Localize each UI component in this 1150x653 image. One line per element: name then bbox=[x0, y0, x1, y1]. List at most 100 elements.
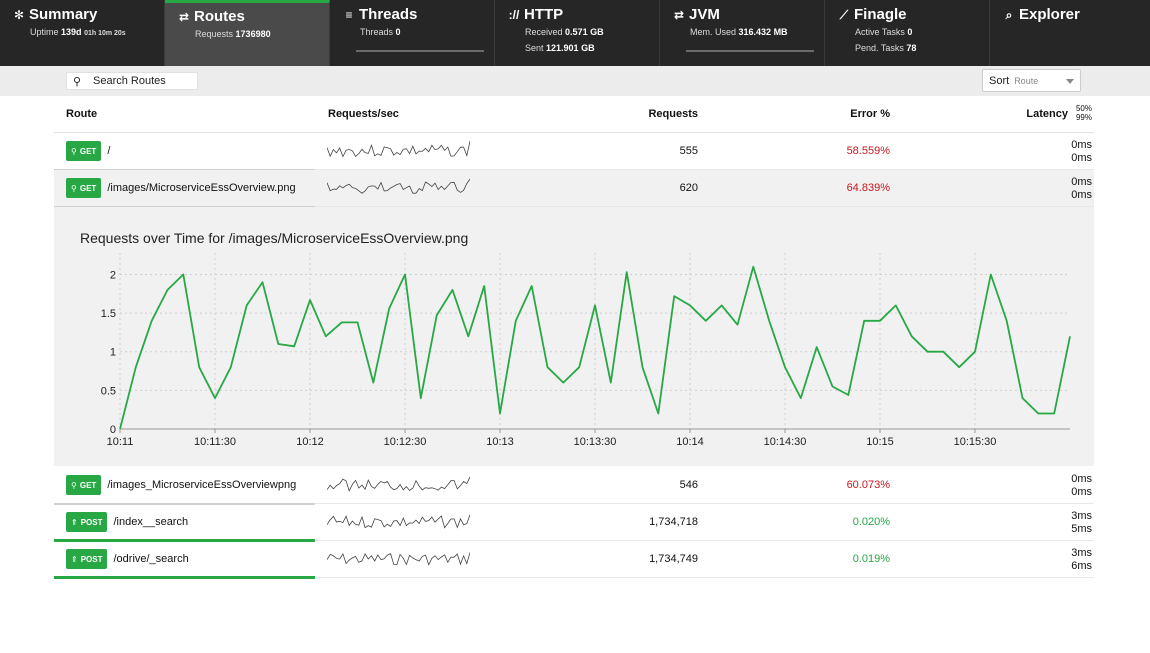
table-row[interactable]: ⚲ GET / 555 58.559% 0ms 0ms bbox=[54, 133, 1094, 171]
data-point bbox=[135, 366, 137, 368]
y-tick-label: 1.5 bbox=[101, 308, 116, 320]
latency-p99: 6ms bbox=[1071, 560, 1092, 572]
tab-stat: Uptime 139d 01h 10m 20s bbox=[12, 24, 154, 42]
data-point bbox=[262, 281, 264, 283]
data-point bbox=[388, 308, 390, 310]
data-point bbox=[578, 366, 580, 368]
latency-cell: 3ms 5ms bbox=[1071, 510, 1092, 536]
tab-stat-value: 78 bbox=[906, 43, 917, 53]
tab-stat-value: 121.901 GB bbox=[546, 43, 595, 53]
header-requests-per-sec[interactable]: Requests/sec bbox=[328, 108, 399, 120]
tab-stat-value: 0.571 GB bbox=[565, 27, 604, 37]
data-point bbox=[277, 343, 279, 345]
latency-p99: 0ms bbox=[1071, 152, 1092, 164]
latency-cell: 0ms 0ms bbox=[1071, 473, 1092, 499]
header-requests[interactable]: Requests bbox=[648, 108, 698, 120]
requests-over-time-chart: 0 0.5 1 1.5 2 10:11 10:11:30 10:12 10:12:30 10:13… bbox=[101, 253, 1071, 448]
requests-sparkline bbox=[327, 178, 470, 194]
tab-finagle[interactable]: ⟋ Finagle Active Tasks 0 Pend. Tasks 78 bbox=[825, 0, 990, 66]
location-pin-icon: ⚲ bbox=[71, 183, 77, 193]
requests-count: 620 bbox=[679, 182, 698, 194]
tab-explorer[interactable]: ⌕ Explorer bbox=[990, 0, 1150, 66]
data-point bbox=[816, 346, 818, 348]
tab-stat: Pend. Tasks 78 bbox=[837, 40, 979, 56]
tab-http[interactable]: ://HTTP Received 0.571 GB Sent 121.901 GB bbox=[495, 0, 660, 66]
header-route[interactable]: Route bbox=[66, 108, 97, 120]
tab-label: JVM bbox=[689, 6, 720, 23]
x-tick-label: 10:13 bbox=[486, 436, 514, 448]
latency-p50: 0ms bbox=[1071, 139, 1092, 151]
location-pin-icon: ⚲ bbox=[71, 480, 77, 490]
sort-select[interactable]: Sort Route bbox=[982, 69, 1081, 92]
table-row[interactable]: ⚲ GET/images_MicroserviceEssOverviewpng 54… bbox=[54, 467, 1094, 505]
tab-summary[interactable]: ✻ Summary Uptime 139d 01h 10m 20s bbox=[0, 0, 165, 66]
data-point bbox=[531, 285, 533, 287]
requests-count: 546 bbox=[679, 479, 698, 491]
chevron-down-icon bbox=[1066, 79, 1074, 84]
route-cell: ⚲ GET/images_MicroserviceEssOverviewpng bbox=[54, 467, 315, 503]
search-box[interactable]: ⚲ bbox=[66, 72, 198, 90]
data-point bbox=[879, 320, 881, 322]
tab-stat-label: Threads bbox=[360, 27, 394, 37]
x-tick-label: 10:12:30 bbox=[384, 436, 427, 448]
requests-sparkline bbox=[327, 552, 470, 566]
tab-label: Threads bbox=[359, 6, 418, 23]
data-point bbox=[214, 397, 216, 399]
method-badge: ⚲ GET bbox=[66, 141, 102, 161]
data-point bbox=[562, 382, 564, 384]
tab-threads[interactable]: ≡ Threads Threads 0 bbox=[330, 0, 495, 66]
sparkline-path bbox=[327, 514, 470, 529]
method-badge: ⇑ POST bbox=[66, 512, 108, 532]
table-row[interactable]: ⚲ GET/images/MicroserviceEssOverview.png 6… bbox=[54, 170, 1094, 208]
tab-routes[interactable]: ⇄ Routes Requests 1736980 bbox=[165, 0, 330, 66]
method-label: GET bbox=[79, 480, 97, 490]
route-path[interactable]: /images_MicroserviceEssOverviewpng bbox=[107, 479, 296, 491]
tab-title: :// HTTP bbox=[507, 6, 649, 24]
route-cell: ⚲ GET/images/MicroserviceEssOverview.png bbox=[54, 170, 315, 206]
x-tick-label: 10:12 bbox=[296, 436, 324, 448]
method-badge: ⚲ GET bbox=[66, 475, 102, 495]
header-error[interactable]: Error % bbox=[850, 108, 890, 120]
route-path[interactable]: / bbox=[107, 145, 110, 157]
data-point bbox=[119, 428, 121, 430]
data-point bbox=[990, 274, 992, 276]
requests-sparkline bbox=[327, 514, 470, 529]
latency-p99: 0ms bbox=[1071, 486, 1092, 498]
x-tick-label: 10:15 bbox=[866, 436, 894, 448]
route-path[interactable]: /odrive/_search bbox=[113, 553, 188, 565]
tab-title: ✻ Summary bbox=[12, 6, 154, 24]
requests-count: 555 bbox=[679, 145, 698, 157]
table-row[interactable]: ⇑ POST/index__search 1,734,718 0.020% 3ms 5ms bbox=[54, 504, 1094, 542]
data-point bbox=[1006, 320, 1008, 322]
requests-count: 1,734,749 bbox=[649, 553, 698, 565]
requests-sparkline bbox=[327, 476, 470, 492]
data-point bbox=[1069, 335, 1071, 337]
tab-stat: Received 0.571 GB bbox=[507, 24, 649, 40]
tab-stat-value: 139d bbox=[61, 27, 82, 37]
method-label: GET bbox=[79, 183, 97, 193]
summary-icon: ✻ bbox=[13, 8, 25, 22]
data-point bbox=[420, 397, 422, 399]
route-path[interactable]: /images/MicroserviceEssOverview.png bbox=[107, 182, 295, 194]
header-latency[interactable]: Latency bbox=[1026, 108, 1068, 120]
sparkline-path bbox=[327, 178, 470, 194]
data-point bbox=[246, 304, 248, 306]
latency-key-p50: 50% bbox=[1075, 104, 1092, 113]
tab-stat: Requests 1736980 bbox=[177, 26, 319, 42]
threads-icon: ≡ bbox=[345, 8, 353, 22]
route-path[interactable]: /index__search bbox=[113, 516, 188, 528]
data-point bbox=[721, 304, 723, 306]
data-point bbox=[847, 394, 849, 396]
data-point bbox=[768, 320, 770, 322]
data-point bbox=[1037, 413, 1039, 415]
data-point bbox=[642, 366, 644, 368]
search-input[interactable] bbox=[87, 75, 191, 87]
data-point bbox=[452, 289, 454, 291]
tab-jvm[interactable]: ⇄ JVM Mem. Used 316.432 MB bbox=[660, 0, 825, 66]
x-tick-label: 10:14:30 bbox=[764, 436, 807, 448]
table-row[interactable]: ⇑ POST/odrive/_search 1,734,749 0.019% 3ms 6m… bbox=[54, 541, 1094, 579]
data-point bbox=[436, 314, 438, 316]
tab-stat-value: 316.432 MB bbox=[738, 27, 788, 37]
method-badge: ⚲ GET bbox=[66, 178, 102, 198]
data-point bbox=[832, 386, 834, 388]
